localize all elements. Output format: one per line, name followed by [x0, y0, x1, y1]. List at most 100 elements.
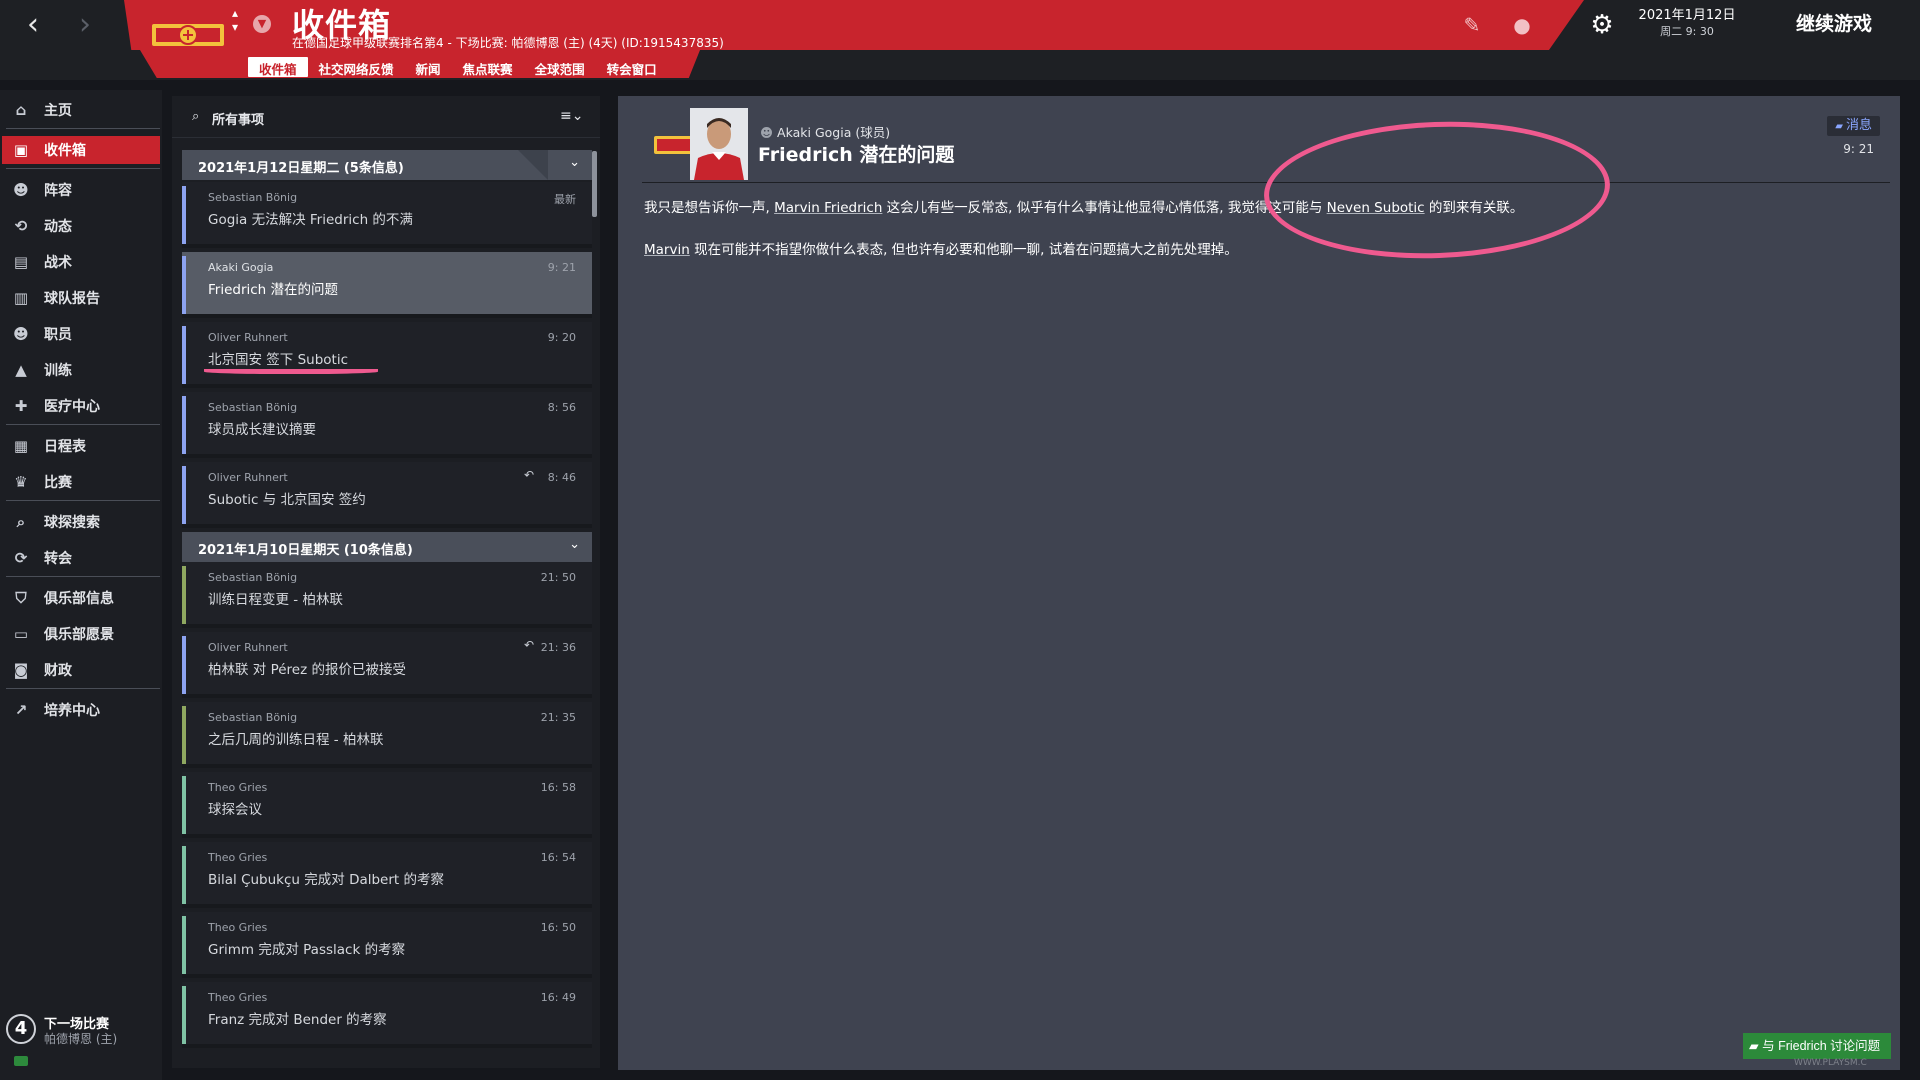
search-icon[interactable]: ⌕	[192, 109, 206, 124]
sidebar-item-development[interactable]: ↗ 培养中心	[2, 696, 160, 724]
discuss-label: 与 Friedrich 讨论问题	[1762, 1039, 1881, 1053]
message-time: 9: 21	[547, 261, 576, 274]
category-accent	[182, 566, 186, 624]
gear-icon[interactable]: ⚙	[1588, 11, 1616, 39]
message-sender: Theo Gries	[208, 781, 268, 794]
sidebar-item-team-report[interactable]: ▥ 球队报告	[2, 284, 160, 312]
message-from[interactable]: ☻ Akaki Gogia (球员)	[760, 122, 890, 141]
sidebar-item-club-vision[interactable]: ▭ 俱乐部愿景	[2, 620, 160, 648]
message-sender: Sebastian Bönig	[208, 191, 298, 204]
message-subject: 北京国安 签下 Subotic	[208, 352, 349, 368]
message-time: 9: 20	[547, 331, 576, 344]
sidebar-item-finances[interactable]: ◙ 财政	[2, 656, 160, 684]
message-time: 9: 21	[1843, 142, 1874, 156]
body-text: 这会儿有些一反常态, 似乎有什么事情让他显得心情低落, 我觉得这可能与	[882, 200, 1327, 216]
continue-button[interactable]: 继续游戏	[1760, 4, 1908, 46]
message-sender: Theo Gries	[208, 921, 268, 934]
list-item[interactable]: Oliver Ruhnert 柏林联 对 Pérez 的报价已被接受 ↶ 21:…	[182, 632, 592, 698]
list-item[interactable]: Sebastian Bönig 训练日程变更 - 柏林联 21: 50	[182, 562, 592, 628]
back-arrow-icon[interactable]: ‹	[18, 10, 48, 40]
list-item[interactable]: Theo Gries 球探会议 16: 58	[182, 772, 592, 838]
sidebar-item-home[interactable]: ⌂ 主页	[2, 96, 160, 124]
forward-arrow-icon[interactable]: ›	[70, 10, 100, 40]
list-item[interactable]: Oliver Ruhnert 北京国安 签下 Subotic 9: 20	[182, 322, 592, 388]
sidebar-item-squad[interactable]: ☻ 阵容	[2, 176, 160, 204]
tab-social-feedback[interactable]: 社交网络反馈	[308, 57, 405, 77]
reply-icon: ↶	[523, 638, 534, 652]
game-date[interactable]: 2021年1月12日 周二 9: 30	[1632, 8, 1742, 40]
sidebar-item-inbox[interactable]: ▣ 收件箱	[2, 136, 160, 164]
category-accent	[182, 326, 186, 384]
tab-focus-league[interactable]: 焦点联赛	[452, 57, 524, 77]
list-item[interactable]: Theo Gries Grimm 完成对 Passlack 的考察 16: 50	[182, 912, 592, 978]
category-accent	[182, 256, 186, 314]
message-time: 16: 49	[540, 991, 576, 1004]
date-group-header[interactable]: 2021年1月12日星期二 (5条信息) ⌄	[182, 150, 592, 180]
tab-inbox[interactable]: 收件箱	[248, 57, 308, 77]
club-switch-arrows-icon[interactable]: ▴ ▾	[228, 6, 242, 34]
chat-icon: ▰	[1749, 1039, 1763, 1053]
message-title: Friedrich 潜在的问题	[758, 144, 955, 166]
sidebar-divider	[6, 128, 160, 129]
message-detail-panel: ☻ Akaki Gogia (球员) Friedrich 潜在的问题 ▰ 消息 9:…	[618, 96, 1900, 1070]
sidebar-item-club-info[interactable]: ⛉ 俱乐部信息	[2, 584, 160, 612]
sidebar-item-tactics[interactable]: ▤ 战术	[2, 248, 160, 276]
sidebar-item-label: 医疗中心	[44, 399, 100, 415]
sidebar-item-medical[interactable]: ✚ 医疗中心	[2, 392, 160, 420]
sidebar-item-scouting[interactable]: ⌕ 球探搜索	[2, 508, 160, 536]
subtab-bar: 收件箱 社交网络反馈 新闻 焦点联赛 全球范围 转会窗口	[248, 57, 668, 77]
list-item[interactable]: Oliver Ruhnert Subotic 与 北京国安 签约 ↶ 8: 46	[182, 462, 592, 528]
message-time: 最新	[554, 193, 576, 206]
club-crest-icon[interactable]	[152, 20, 224, 50]
sidebar-item-dynamics[interactable]: ⟲ 动态	[2, 212, 160, 240]
chevron-down-icon[interactable]: ▼	[253, 15, 271, 33]
date-group-title: 2021年1月10日星期天 (10条信息)	[198, 543, 413, 558]
report-icon: ▥	[13, 289, 29, 307]
message-sender: Sebastian Bönig	[208, 711, 298, 724]
date-group-header[interactable]: 2021年1月10日星期天 (10条信息) ⌄	[182, 532, 592, 562]
tab-global[interactable]: 全球范围	[524, 57, 596, 77]
sidebar-item-label: 动态	[44, 219, 72, 235]
sidebar-item-label: 职员	[44, 327, 72, 343]
list-item-selected[interactable]: Akaki Gogia Friedrich 潜在的问题 9: 21	[182, 252, 592, 318]
chevron-down-icon[interactable]: ⌄	[569, 537, 580, 552]
sidebar-divider	[6, 688, 160, 689]
sidebar-item-staff[interactable]: ☻ 职员	[2, 320, 160, 348]
list-item[interactable]: Theo Gries Bilal Çubukçu 完成对 Dalbert 的考察…	[182, 842, 592, 908]
list-options-icon[interactable]: ≡⌄	[560, 108, 590, 124]
next-match-button[interactable]: 4 下一场比赛 帕德博恩 (主)	[4, 1012, 160, 1052]
filter-row: ⌕ 所有事项 ≡⌄	[172, 96, 600, 138]
chevron-down-icon[interactable]: ⌄	[569, 155, 580, 170]
discuss-issue-button[interactable]: ▰ 与 Friedrich 讨论问题	[1743, 1033, 1891, 1059]
message-sender: Sebastian Bönig	[208, 571, 298, 584]
calendar-icon: ▦	[13, 437, 29, 455]
sidebar-divider	[6, 168, 160, 169]
body-text: 现在可能并不指望你做什么表态, 但也许有必要和他聊一聊, 试着在问题搞大之前先处…	[689, 242, 1238, 258]
player-portrait[interactable]	[690, 108, 748, 180]
player-link[interactable]: Marvin	[644, 242, 690, 258]
sidebar-item-transfers[interactable]: ⟳ 转会	[2, 544, 160, 572]
tab-news[interactable]: 新闻	[405, 57, 452, 77]
player-link[interactable]: Marvin Friedrich	[774, 200, 882, 216]
list-item[interactable]: Sebastian Bönig 之后几周的训练日程 - 柏林联 21: 35	[182, 702, 592, 768]
list-scrollbar[interactable]	[592, 151, 597, 217]
sidebar-item-schedule[interactable]: ▦ 日程表	[2, 432, 160, 460]
home-icon: ⌂	[15, 101, 27, 119]
sidebar-item-label: 主页	[44, 103, 72, 119]
list-item[interactable]: Theo Gries Franz 完成对 Bender 的考察 16: 49	[182, 982, 592, 1048]
club-badge-icon[interactable]: ●	[1510, 13, 1534, 37]
message-subject: 之后几周的训练日程 - 柏林联	[208, 732, 384, 748]
message-time: 21: 35	[540, 711, 576, 724]
inbox-icon: ▣	[13, 141, 29, 159]
highlight-underline	[204, 368, 378, 374]
category-accent	[182, 466, 186, 524]
pencil-icon[interactable]: ✎	[1460, 13, 1484, 37]
sidebar-item-training[interactable]: ▲ 训练	[2, 356, 160, 384]
list-item[interactable]: Sebastian Bönig 球员成长建议摘要 8: 56	[182, 392, 592, 458]
transfer-icon: ⟳	[14, 549, 28, 567]
list-item[interactable]: Sebastian Bönig Gogia 无法解决 Friedrich 的不满…	[182, 182, 592, 248]
tab-transfer-window[interactable]: 转会窗口	[596, 57, 668, 77]
sidebar-item-competitions[interactable]: ♛ 比赛	[2, 468, 160, 496]
sidebar-item-label: 培养中心	[44, 703, 100, 719]
filter-label[interactable]: 所有事项	[212, 109, 264, 128]
